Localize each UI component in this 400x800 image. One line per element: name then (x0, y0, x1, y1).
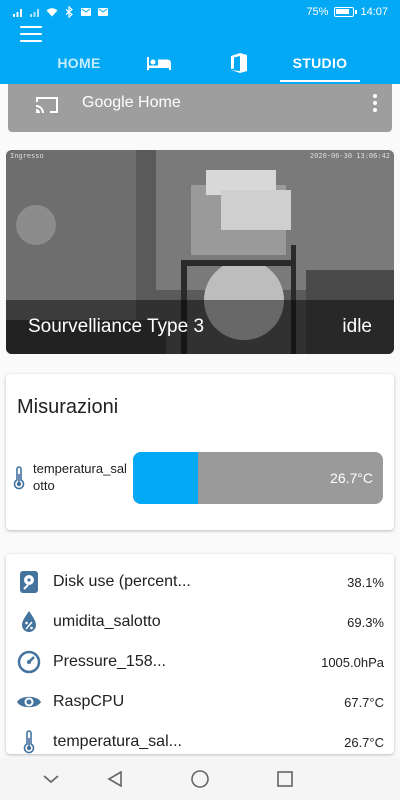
gauge-icon (16, 649, 42, 675)
harddisk-icon (16, 569, 42, 595)
home-circle-icon[interactable] (189, 768, 211, 790)
more-options-icon[interactable] (370, 94, 380, 114)
tab-studio[interactable]: STUDIO (280, 42, 360, 84)
measurements-card: Misurazioni temperatura_salotto 26.7°C (6, 374, 394, 530)
camera-card[interactable]: Ingresso 2020-06-30 13:06:42 Sourvellian… (6, 150, 394, 354)
temperature-value: 26.7°C (330, 470, 373, 486)
app-header: 75% 14:07 HOME STUDIO (0, 0, 400, 84)
sensor-value: 1005.0hPa (321, 655, 384, 670)
sensor-name: Disk use (percent... (53, 573, 191, 590)
sensor-name: temperatura_sal... (53, 733, 182, 750)
sensor-row-pressure[interactable]: Pressure_158... 1005.0hPa (6, 642, 394, 682)
battery-percent: 75% (306, 6, 329, 18)
card-title: Misurazioni (17, 396, 119, 418)
temperature-bar[interactable]: 26.7°C (133, 452, 383, 504)
bed-icon (147, 57, 171, 70)
notification-icon (81, 8, 91, 16)
thermometer-icon (13, 466, 25, 490)
back-icon[interactable] (104, 768, 126, 790)
tab-office[interactable] (208, 42, 270, 84)
clock: 14:07 (360, 6, 388, 18)
tab-home-label: HOME (57, 55, 101, 71)
camera-state: idle (342, 316, 372, 337)
sensor-label: temperatura_salotto (33, 461, 127, 493)
humidity-icon (16, 609, 42, 635)
google-home-title: Google Home (82, 94, 181, 111)
office-icon (231, 53, 247, 73)
cast-icon (36, 97, 58, 113)
bluetooth-icon (65, 6, 73, 18)
wifi-icon (46, 8, 58, 17)
sensor-row-raspcpu[interactable]: RaspCPU 67.7°C (6, 682, 394, 722)
system-nav-bar (0, 758, 400, 800)
sensor-value: 67.7°C (344, 695, 384, 710)
tab-studio-label: STUDIO (292, 55, 348, 71)
camera-overlay-name: Ingresso (10, 152, 44, 160)
menu-icon[interactable] (20, 26, 42, 42)
sensor-name: Pressure_158... (53, 653, 166, 670)
thermometer-icon (16, 729, 42, 754)
recents-icon[interactable] (274, 768, 296, 790)
sensor-value: 26.7°C (344, 735, 384, 750)
signal-icon (30, 9, 39, 17)
camera-name: Sourvelliance Type 3 (28, 316, 205, 337)
view-tabs: HOME STUDIO (0, 42, 400, 84)
camera-overlay-timestamp: 2020-06-30 13:06:42 (309, 152, 390, 160)
sensors-card: Disk use (percent... 38.1% umidita_salot… (6, 554, 394, 754)
temperature-bar-fill (133, 452, 198, 504)
sensor-value: 38.1% (347, 575, 384, 590)
sensor-value: 69.3% (347, 615, 384, 630)
tab-home[interactable]: HOME (40, 42, 118, 84)
camera-caption: Sourvelliance Type 3 idle (6, 300, 394, 354)
sensor-name: umidita_salotto (53, 613, 161, 630)
tab-bedroom[interactable] (128, 42, 190, 84)
battery-icon (334, 7, 358, 17)
status-bar: 75% 14:07 (0, 0, 400, 26)
sensor-row-temperatura-salotto[interactable]: temperatura_sal... 26.7°C (6, 722, 394, 754)
google-home-card[interactable]: Google Home (8, 84, 392, 132)
sensor-row-umidita-salotto[interactable]: umidita_salotto 69.3% (6, 602, 394, 642)
eye-icon (16, 689, 42, 715)
email-icon (98, 8, 108, 16)
sensor-row-disk-use[interactable]: Disk use (percent... 38.1% (6, 562, 394, 602)
sensor-name: RaspCPU (53, 693, 125, 710)
signal-icon (13, 9, 22, 17)
chevron-down-icon[interactable] (40, 768, 62, 790)
